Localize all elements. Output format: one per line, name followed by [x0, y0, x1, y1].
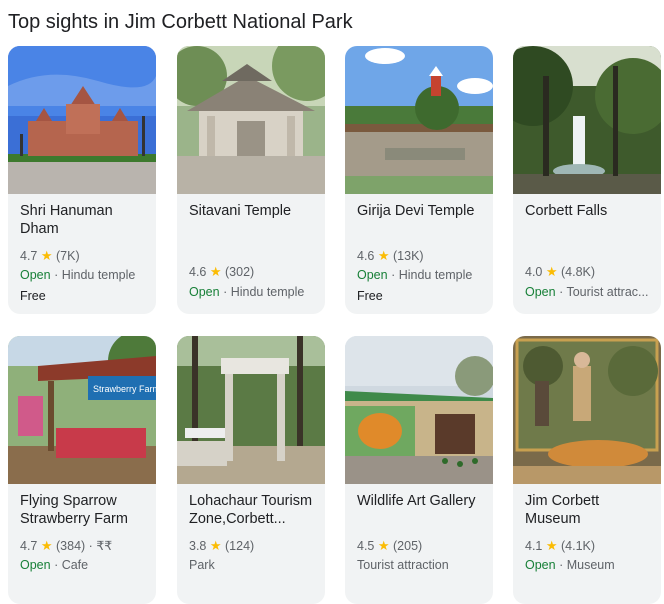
sight-name: Sitavani Temple: [189, 203, 292, 219]
star-icon: ★: [209, 264, 222, 279]
sight-rating: 4.7 ★ (384) · ₹₹: [20, 538, 113, 553]
sight-rating: 4.6 ★ (302): [189, 264, 255, 279]
sight-name: Girija Devi Temple: [357, 203, 475, 219]
sight-card-jim-corbett-museum[interactable]: Jim Corbett Museum 4.1 ★ (4.1K) Open · M…: [513, 336, 661, 604]
sight-meta: Open · Hindu temple: [189, 285, 305, 299]
sight-photo: [513, 46, 661, 194]
sight-card-girija-devi-temple[interactable]: Girija Devi Temple 4.6 ★ (13K) Open · Hi…: [345, 46, 493, 314]
sight-rating: 4.7 ★ (7K): [20, 248, 80, 263]
star-icon: ★: [377, 248, 390, 263]
sight-photo: [345, 336, 493, 484]
star-icon: ★: [377, 538, 390, 553]
sight-meta: Open · Hindu temple: [20, 268, 136, 282]
star-icon: ★: [209, 538, 222, 553]
sight-rating: 4.1 ★ (4.1K): [525, 538, 596, 553]
sight-card-lohachaur-tourism-zone[interactable]: Lohachaur Tourism Zone,Corbett... 3.8 ★ …: [177, 336, 325, 604]
sight-meta: Tourist attraction: [357, 558, 449, 572]
sight-rating: 4.0 ★ (4.8K): [525, 264, 596, 279]
strawberry-sign-text: Strawberry Farm: [93, 384, 156, 394]
sight-card-corbett-falls[interactable]: Corbett Falls 4.0 ★ (4.8K) Open · Touris…: [513, 46, 661, 314]
sight-name: Jim Corbett Museum: [525, 493, 600, 527]
sight-name: Shri Hanuman Dham: [20, 203, 113, 237]
sight-meta: Open · Hindu temple: [357, 268, 473, 282]
sight-meta: Open · Museum: [525, 558, 615, 572]
sight-photo: [345, 46, 493, 194]
sight-photo: [8, 46, 156, 194]
sight-name: Wildlife Art Gallery: [357, 493, 476, 509]
sight-rating: 3.8 ★ (124): [189, 538, 255, 553]
sight-meta: Open · Cafe: [20, 558, 89, 572]
star-icon: ★: [545, 264, 558, 279]
sight-name: Flying Sparrow Strawberry Farm: [20, 493, 128, 527]
sight-price: Free: [20, 289, 46, 303]
sight-card-wildlife-art-gallery[interactable]: Wildlife Art Gallery 4.5 ★ (205) Tourist…: [345, 336, 493, 604]
sight-photo: [513, 336, 661, 484]
sight-photo: [177, 46, 325, 194]
star-icon: ★: [545, 538, 558, 553]
sight-name: Corbett Falls: [525, 203, 608, 219]
sight-rating: 4.6 ★ (13K): [357, 248, 424, 263]
star-icon: ★: [40, 248, 53, 263]
sight-card-shri-hanuman-dham[interactable]: Shri Hanuman Dham 4.7 ★ (7K) Open · Hind…: [8, 46, 156, 314]
sight-meta: Open · Tourist attrac...: [525, 285, 649, 299]
sight-photo: [177, 336, 325, 484]
star-icon: ★: [40, 538, 53, 553]
page-title: Top sights in Jim Corbett National Park: [8, 11, 353, 33]
sight-name: Lohachaur Tourism Zone,Corbett...: [189, 493, 313, 527]
sight-card-sitavani-temple[interactable]: Sitavani Temple 4.6 ★ (302) Open · Hindu…: [177, 46, 325, 314]
sight-photo: Strawberry Farm: [8, 336, 156, 484]
sight-price: Free: [357, 289, 383, 303]
sight-card-flying-sparrow-strawberry-farm[interactable]: Strawberry Farm Flying Sparrow Strawberr…: [8, 336, 156, 604]
sight-rating: 4.5 ★ (205): [357, 538, 423, 553]
sight-meta: Park: [189, 558, 215, 572]
